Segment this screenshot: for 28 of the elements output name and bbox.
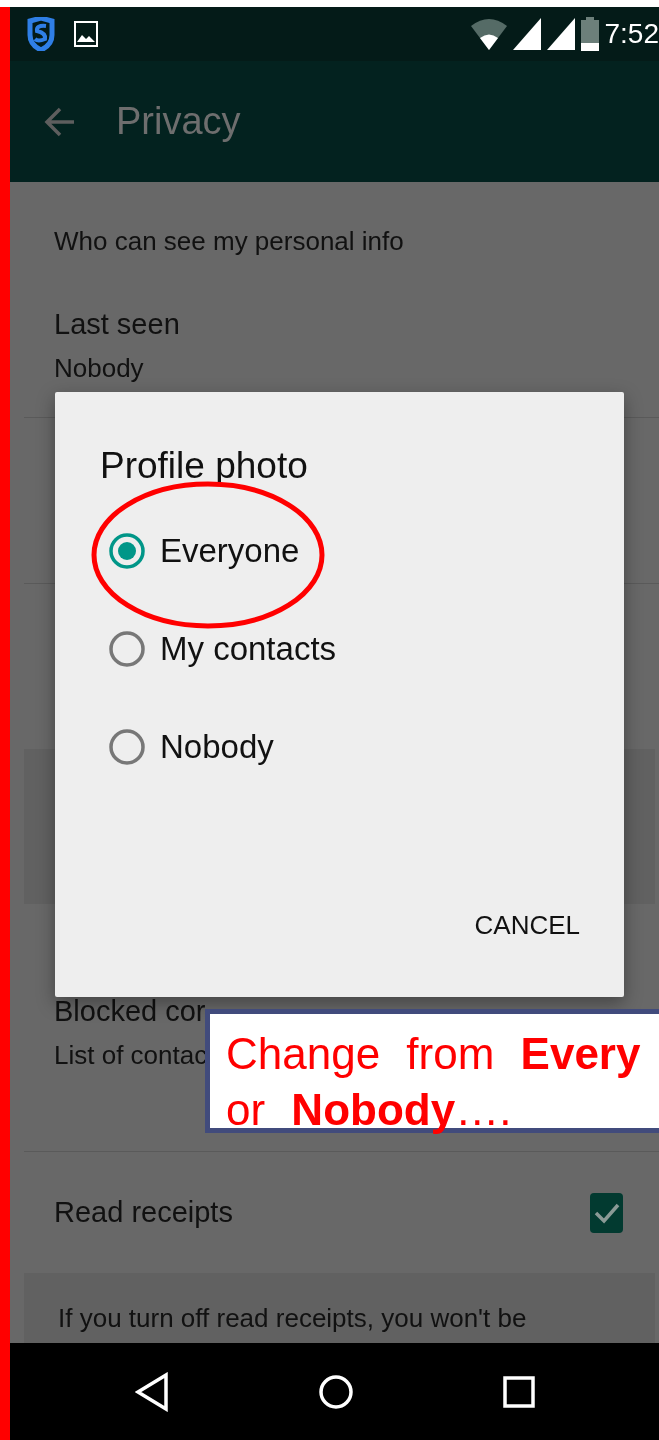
checkbox[interactable] xyxy=(590,1192,623,1233)
annotation-text: Change from Every xyxy=(226,1029,641,1079)
section-header: Who can see my personal info xyxy=(54,226,404,257)
clock-time: 7:52 xyxy=(604,18,659,51)
setting-value: Nobody xyxy=(54,352,144,384)
dialog-title: Profile photo xyxy=(100,445,308,488)
screen-title: Privacy xyxy=(116,100,241,144)
option-label[interactable]: My contacts xyxy=(160,630,337,669)
back-arrow-icon[interactable] xyxy=(44,105,76,138)
battery-icon xyxy=(580,17,599,52)
signal-icon xyxy=(546,18,575,51)
option-label[interactable]: Nobody xyxy=(160,728,274,767)
radio-button[interactable] xyxy=(108,532,146,571)
setting-note: If you turn off read receipts, you won't be xyxy=(58,1303,527,1334)
recents-icon[interactable] xyxy=(502,1375,535,1408)
option-label[interactable]: Everyone xyxy=(160,532,300,571)
radio-button[interactable] xyxy=(108,728,146,767)
setting-subtitle: List of contac xyxy=(54,1039,208,1071)
radio-button[interactable] xyxy=(108,630,146,669)
back-icon[interactable] xyxy=(134,1371,169,1412)
wifi-icon xyxy=(470,18,507,51)
annotation-text: or Nobody…. xyxy=(226,1085,512,1135)
image-icon xyxy=(74,21,98,48)
home-icon[interactable] xyxy=(317,1373,354,1410)
setting-title: Read receipts xyxy=(54,1196,233,1230)
shield-icon xyxy=(26,17,56,52)
cancel-button[interactable]: CANCEL xyxy=(470,906,584,946)
signal-icon xyxy=(512,18,541,51)
